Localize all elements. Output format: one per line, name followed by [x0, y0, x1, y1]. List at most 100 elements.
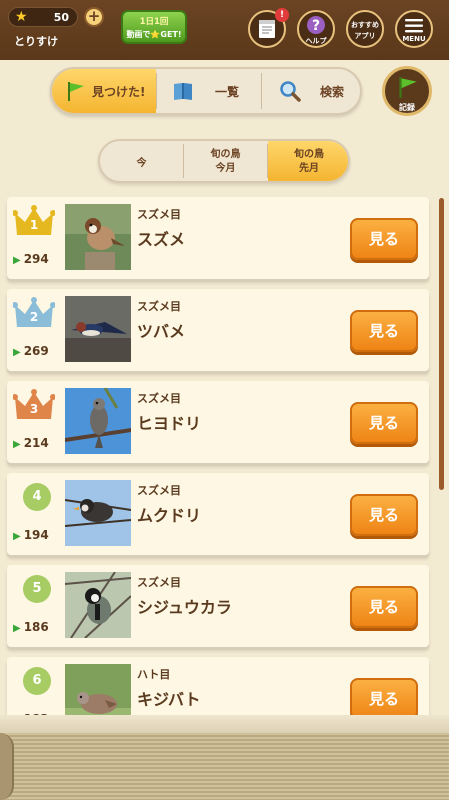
tab-search[interactable]: 検索 [262, 69, 360, 113]
rank-number: 1 [29, 218, 39, 232]
tab-list-label: 一覧 [215, 85, 240, 99]
bird-order: スズメ目 [137, 300, 181, 313]
notification-badge: ! [275, 8, 289, 22]
list-item[interactable]: 2 ▶ 269 スズメ目 ツバメ 見る [7, 289, 429, 371]
news-button[interactable]: ! [248, 8, 289, 48]
sighting-count-value: 214 [23, 436, 49, 450]
rank-badge: 4 [13, 481, 55, 515]
svg-text:?: ? [312, 18, 320, 34]
bird-order: スズメ目 [137, 576, 181, 589]
list-item[interactable]: 6 ▶182 ハト目 キジバト 見る [7, 657, 429, 715]
sighting-count-value: 186 [23, 620, 49, 634]
book-spine-decoration [0, 733, 14, 800]
get-button-line2: 動画で⭐GET! [126, 30, 182, 39]
notepad-icon [259, 20, 275, 38]
bird-photo [65, 204, 131, 270]
rank-number: 3 [29, 402, 39, 416]
bird-name: ヒヨドリ [137, 414, 202, 433]
bird-order: スズメ目 [137, 208, 181, 221]
bird-name: ツバメ [137, 322, 186, 341]
tab-season-last-month[interactable]: 旬の鳥 先月 [268, 141, 348, 181]
green-flag-icon: ▶ [13, 623, 21, 634]
tab-season-this-month[interactable]: 旬の鳥 今月 [184, 141, 267, 181]
menu-label: MENU [402, 35, 426, 43]
view-button[interactable]: 見る [350, 586, 418, 628]
view-button[interactable]: 見る [350, 494, 418, 536]
starling-photo [65, 480, 131, 546]
green-flag-icon: ▶ [13, 439, 21, 450]
rank-number: 5 [23, 575, 51, 603]
rank-badge: 2 [13, 297, 55, 331]
green-flag-icon: ▶ [13, 531, 21, 542]
rank-number: 4 [23, 483, 51, 511]
sighting-count: ▶ 194 [13, 528, 49, 542]
list-item[interactable]: 3 ▶ 214 スズメ目 ヒヨドリ 見る [7, 381, 429, 463]
rank-number: 2 [29, 310, 39, 324]
sighting-count-value: 294 [23, 252, 49, 266]
help-button[interactable]: ? ヘルプ [297, 10, 335, 48]
bird-order: スズメ目 [137, 484, 181, 497]
view-button[interactable]: 見る [350, 678, 418, 715]
tab-now[interactable]: 今 [100, 141, 183, 181]
magnifier-icon [280, 81, 301, 102]
bird-name: シジュウカラ [137, 598, 232, 617]
bird-photo [65, 664, 131, 715]
rank-badge: 5 [13, 573, 55, 607]
book-icon [174, 83, 192, 100]
oriental-turtle-dove-photo [65, 664, 131, 715]
sighting-count-value: 269 [23, 344, 49, 358]
bird-name: スズメ [137, 230, 186, 249]
tab-list[interactable]: 一覧 [157, 69, 261, 113]
record-button[interactable]: 記録 [382, 66, 432, 116]
bird-photo [65, 572, 131, 638]
view-button[interactable]: 見る [350, 218, 418, 260]
view-button[interactable]: 見る [350, 310, 418, 352]
help-label: ヘルプ [305, 37, 327, 45]
tab-last-month-label: 旬の鳥 先月 [294, 149, 324, 174]
green-flag-icon [68, 82, 84, 101]
bird-order: ハト目 [137, 668, 171, 681]
star-counter: ★ 50 [8, 7, 78, 27]
tab-found[interactable]: 見つけた! [52, 69, 156, 113]
question-icon: ? [307, 16, 325, 34]
list-item[interactable]: 1 ▶ 294 スズメ目 スズメ 見る [7, 197, 429, 279]
bird-photo [65, 296, 131, 362]
bird-name: キジバト [137, 690, 201, 709]
green-flag-icon: ▶ [13, 347, 21, 358]
hamburger-icon [405, 19, 423, 33]
sighting-count-value: 194 [23, 528, 49, 542]
swallow-photo [65, 296, 131, 362]
green-flag-icon [399, 77, 417, 98]
book-pages-decoration [0, 733, 449, 800]
bird-ranking-list[interactable]: 1 ▶ 294 スズメ目 スズメ 見る 2 ▶ 269 スズメ目 ツバメ 見る … [0, 193, 449, 715]
view-button[interactable]: 見る [350, 402, 418, 444]
list-item[interactable]: 4 ▶ 194 スズメ目 ムクドリ 見る [7, 473, 429, 555]
tab-now-label: 今 [136, 158, 147, 169]
list-item[interactable]: 5 ▶ 186 スズメ目 シジュウカラ 見る [7, 565, 429, 647]
rank-badge: 6 [13, 665, 55, 699]
rank-badge: 1 [13, 205, 55, 239]
recommended-apps-button[interactable]: おすすめ アプリ [346, 10, 384, 48]
sparrow-photo [65, 204, 131, 270]
sighting-count: ▶ 186 [13, 620, 49, 634]
add-stars-button[interactable]: + [84, 7, 104, 27]
watch-video-get-star-button[interactable]: 1日1回 動画で⭐GET! [121, 10, 187, 44]
record-label: 記録 [399, 103, 415, 112]
star-count: 50 [53, 11, 69, 24]
tab-this-month-label: 旬の鳥 今月 [210, 149, 241, 174]
bird-order: スズメ目 [137, 392, 181, 405]
list-bottom-edge [0, 715, 449, 733]
sighting-count: ▶ 269 [13, 344, 49, 358]
user-name: とりすけ [14, 35, 58, 48]
star-icon: ★ [15, 9, 28, 25]
menu-button[interactable]: MENU [395, 10, 433, 48]
tab-found-label: 見つけた! [92, 85, 146, 99]
bird-photo [65, 480, 131, 546]
bird-name: ムクドリ [137, 506, 202, 525]
sighting-count: ▶ 214 [13, 436, 49, 450]
brown-eared-bulbul-photo [65, 388, 131, 454]
sighting-count: ▶ 294 [13, 252, 49, 266]
get-button-line1: 1日1回 [139, 17, 169, 27]
app-header: ★ 50 + とりすけ 1日1回 動画で⭐GET! ! ? ヘルプ おすすめ ア… [0, 0, 449, 60]
list-scrollbar[interactable] [439, 198, 444, 490]
